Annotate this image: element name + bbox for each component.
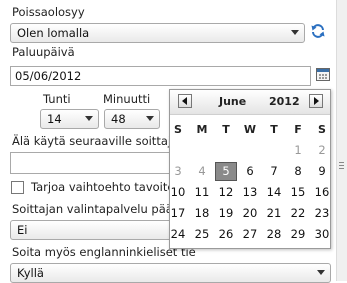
chevron-down-icon [146, 116, 154, 121]
datepicker-day[interactable]: 16 [311, 183, 333, 202]
datepicker-day[interactable]: 7 [263, 162, 285, 181]
minute-value: 48 [111, 112, 126, 126]
caller-service-select[interactable]: Ei [10, 220, 180, 240]
chevron-down-icon [85, 116, 93, 121]
datepicker-day[interactable]: 9 [311, 162, 333, 181]
datepicker-day[interactable]: 12 [215, 183, 237, 202]
datepicker-day[interactable]: 8 [287, 162, 309, 181]
datepicker-day-selected[interactable]: 5 [215, 162, 237, 181]
return-date-label: Paluupäivä [12, 45, 75, 59]
datepicker-day[interactable]: 24 [167, 225, 189, 244]
datepicker-day[interactable]: 28 [263, 225, 285, 244]
chevron-down-icon [291, 30, 299, 35]
weekday-header: T [270, 123, 278, 136]
datepicker-day[interactable]: 22 [287, 204, 309, 223]
previous-month-button[interactable] [178, 94, 192, 108]
hour-select[interactable]: 14 [40, 109, 99, 129]
datepicker-month: June [219, 95, 247, 108]
weekday-header: F [294, 123, 302, 136]
datepicker-day[interactable]: 25 [191, 225, 213, 244]
datepicker-day[interactable]: 21 [263, 204, 285, 223]
weekday-header: S [174, 123, 182, 136]
scrollbar-grip[interactable] [339, 168, 344, 169]
offer-alternative-checkbox[interactable] [11, 181, 24, 194]
english-callers-select[interactable]: Kyllä [10, 263, 331, 283]
datepicker-day[interactable]: 19 [215, 204, 237, 223]
datepicker-day[interactable]: 23 [311, 204, 333, 223]
caller-service-label: Soittajan valintapalvelu päälle [12, 202, 187, 216]
datepicker-header: June 2012 [170, 90, 330, 115]
dont-use-label: Älä käytä seuraaville soittajille [12, 134, 188, 148]
weekday-header: W [243, 123, 257, 136]
weekday-header: S [318, 123, 326, 136]
offer-alternative-label: Tarjoa vaihtoehto tavoitella [31, 180, 188, 194]
datepicker-year: 2012 [269, 95, 300, 108]
weekday-header: M [196, 123, 208, 136]
absence-type-value: Olen lomalla [17, 26, 90, 40]
scrollbar-grip[interactable] [339, 162, 344, 163]
datepicker-day[interactable]: 30 [311, 225, 333, 244]
calendar-icon[interactable] [316, 68, 330, 81]
datepicker-day[interactable]: 2 [311, 141, 333, 160]
hour-label: Tunti [43, 92, 71, 106]
refresh-icon[interactable] [310, 23, 326, 39]
dont-use-input[interactable] [10, 152, 180, 174]
datepicker-day[interactable]: 11 [191, 183, 213, 202]
datepicker-day[interactable]: 10 [167, 183, 189, 202]
datepicker-day[interactable]: 26 [215, 225, 237, 244]
absence-type-label: Poissaolosyy [12, 5, 85, 19]
datepicker-day[interactable]: 14 [263, 183, 285, 202]
absence-type-select[interactable]: Olen lomalla [10, 23, 305, 43]
return-date-input[interactable]: 05/06/2012 [10, 66, 311, 86]
datepicker-day[interactable]: 3 [167, 162, 189, 181]
english-callers-value: Kyllä [17, 266, 44, 280]
datepicker-day[interactable]: 13 [239, 183, 261, 202]
datepicker-day[interactable]: 20 [239, 204, 261, 223]
arrow-left-icon [182, 97, 187, 105]
scrollbar-grip[interactable] [339, 165, 344, 166]
datepicker-day[interactable]: 29 [287, 225, 309, 244]
datepicker-day[interactable]: 6 [239, 162, 261, 181]
datepicker-day[interactable]: 1 [287, 141, 309, 160]
next-month-button[interactable] [309, 94, 323, 108]
minute-select[interactable]: 48 [104, 109, 160, 129]
datepicker: June 2012 S M T W T F S 1 2 3 4 5 6 7 8 9 10 11 12 13 14 15 16… [169, 89, 331, 249]
minute-label: Minuutti [103, 92, 151, 106]
datepicker-day[interactable]: 15 [287, 183, 309, 202]
datepicker-day[interactable]: 4 [191, 162, 213, 181]
weekday-header: T [222, 123, 230, 136]
datepicker-day[interactable]: 27 [239, 225, 261, 244]
datepicker-day[interactable]: 17 [167, 204, 189, 223]
caller-service-value: Ei [17, 223, 28, 237]
arrow-right-icon [314, 97, 319, 105]
hour-value: 14 [47, 112, 62, 126]
datepicker-day[interactable]: 18 [191, 204, 213, 223]
chevron-down-icon [317, 270, 325, 275]
scrollbar[interactable] [336, 0, 347, 281]
